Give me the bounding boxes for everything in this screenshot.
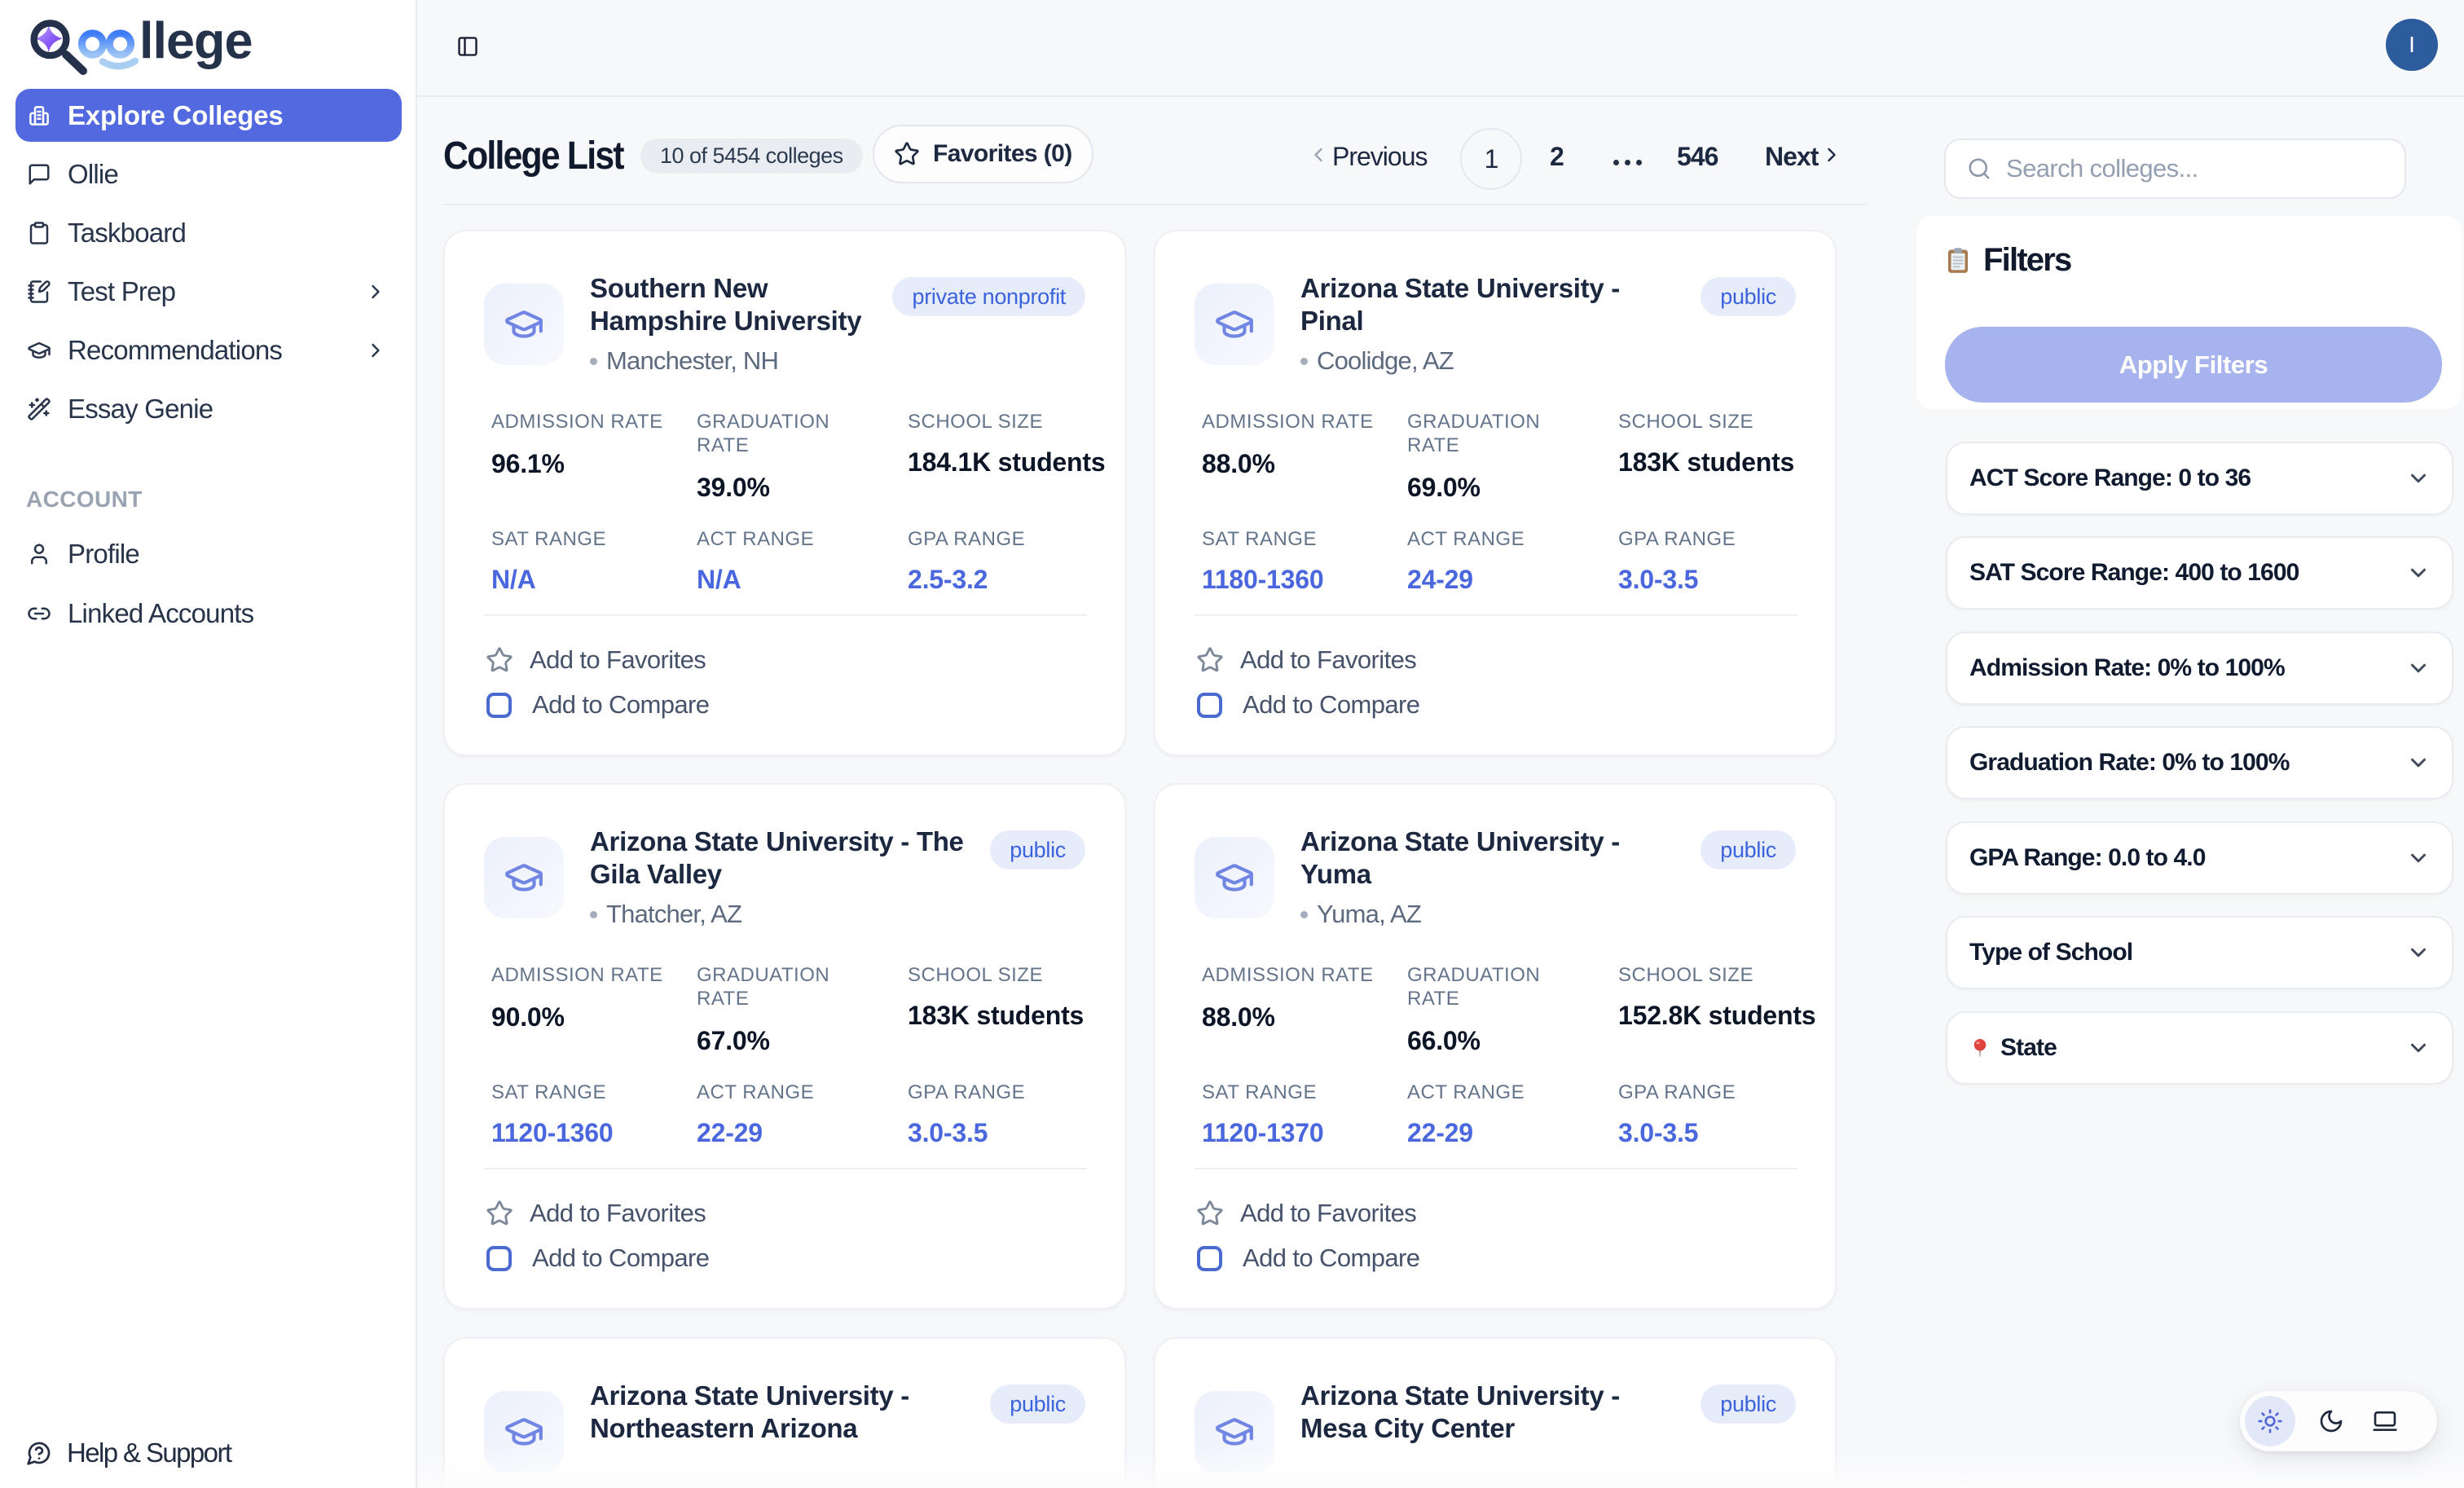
svg-text:llege: llege (139, 13, 253, 70)
